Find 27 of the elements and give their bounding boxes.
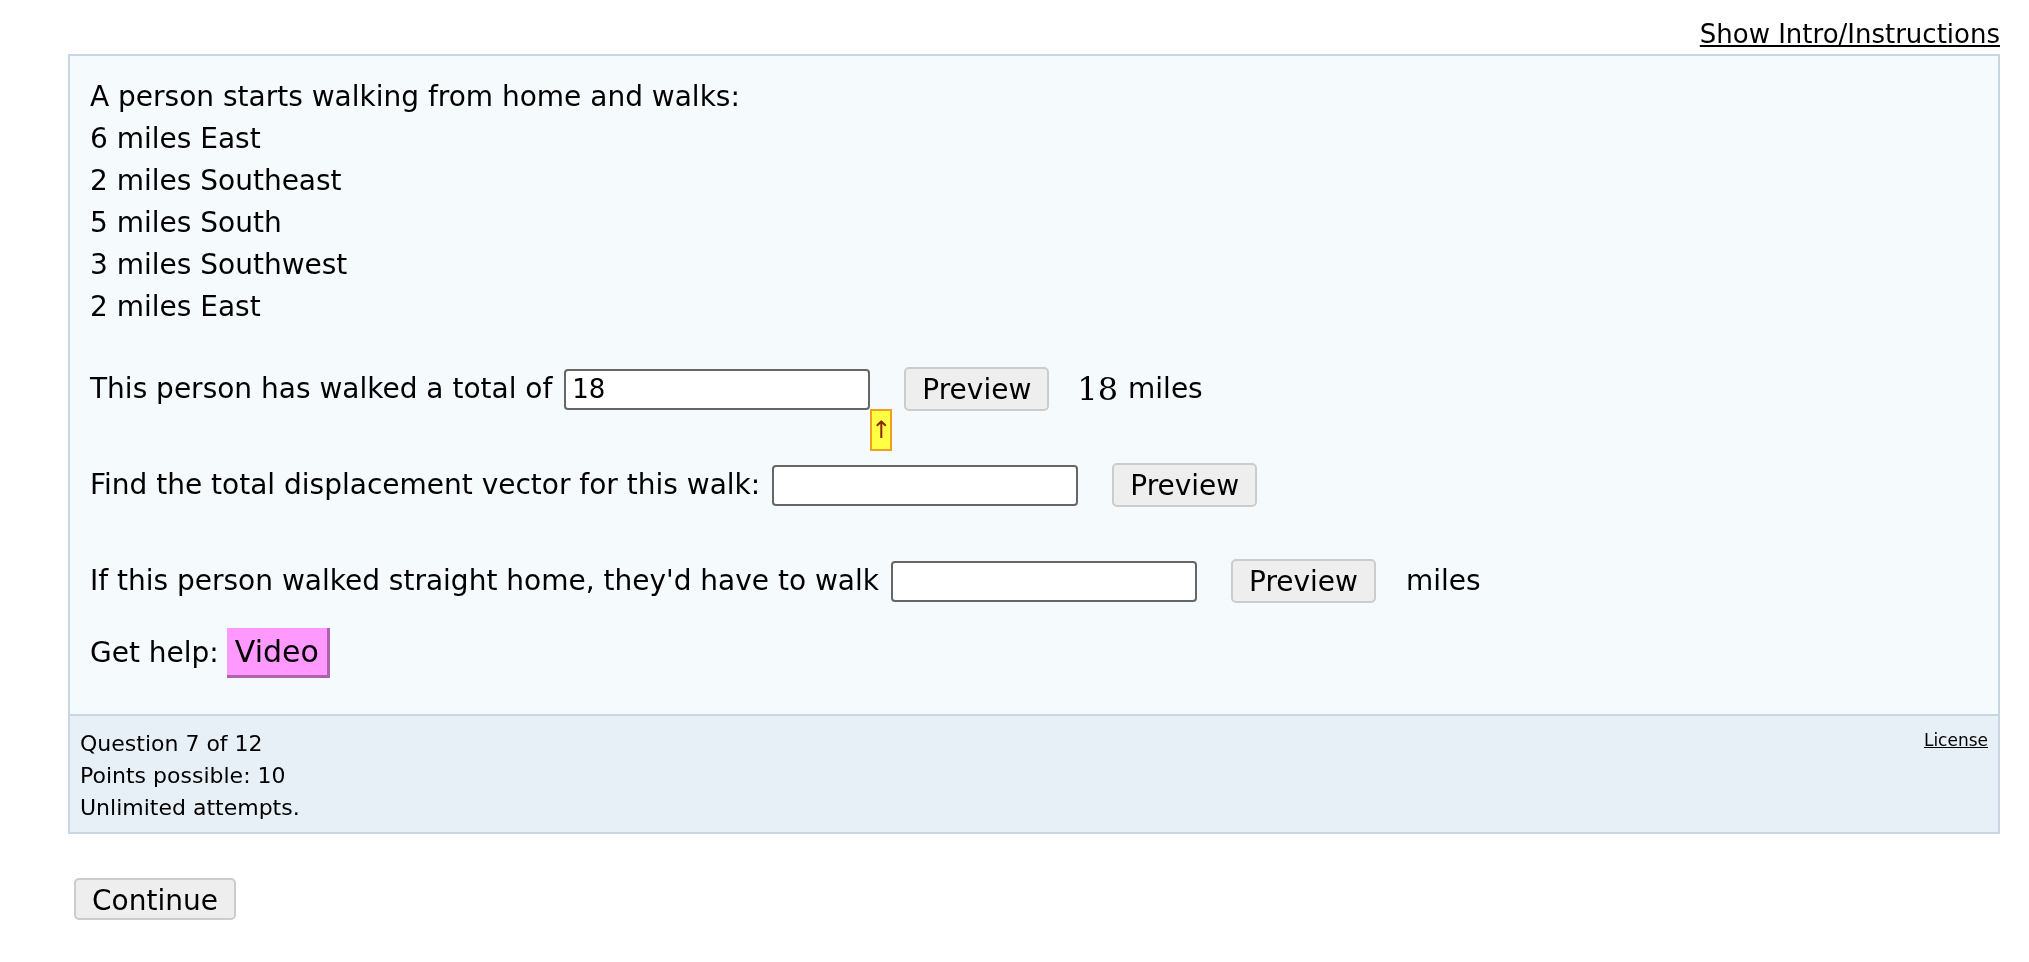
answer-field[interactable]	[772, 464, 1079, 506]
preview-button[interactable]: Preview	[904, 367, 1050, 411]
unit-label: miles	[1406, 563, 1481, 599]
preview-button[interactable]: Preview	[1112, 463, 1258, 507]
help-label: Get help:	[90, 635, 219, 671]
question-info: Question 7 of 12	[80, 730, 263, 758]
problem-text: 6 miles East	[90, 121, 261, 157]
math-preview: 18	[1077, 369, 1119, 410]
problem-text: A person starts walking from home and walks:	[90, 79, 740, 115]
problem-text: 2 miles Southeast	[90, 163, 342, 199]
question-info: Points possible: 10	[80, 762, 286, 790]
problem-text: 5 miles South	[90, 205, 282, 241]
problem-text: 2 miles East	[90, 289, 261, 325]
answer-marker: ↑	[870, 408, 893, 451]
problem-text: 3 miles Southwest	[90, 247, 348, 283]
license-link[interactable]: License	[1923, 728, 1988, 752]
answer-field[interactable]	[891, 560, 1197, 602]
question-prompt: If this person walked straight home, they'd have to walk	[90, 563, 879, 599]
answer-field[interactable]: 18	[564, 368, 871, 410]
question-info: Unlimited attempts.	[80, 794, 300, 822]
intro-link[interactable]: Show Intro/Instructions	[1699, 16, 2000, 54]
question-prompt: Find the total displacement vector for this walk:	[90, 467, 761, 503]
unit-label: miles	[1128, 371, 1203, 407]
question-prompt: This person has walked a total of	[90, 371, 553, 407]
continue-button[interactable]: Continue	[74, 878, 236, 920]
preview-button[interactable]: Preview	[1231, 559, 1376, 603]
video-button[interactable]: Video	[226, 628, 330, 678]
